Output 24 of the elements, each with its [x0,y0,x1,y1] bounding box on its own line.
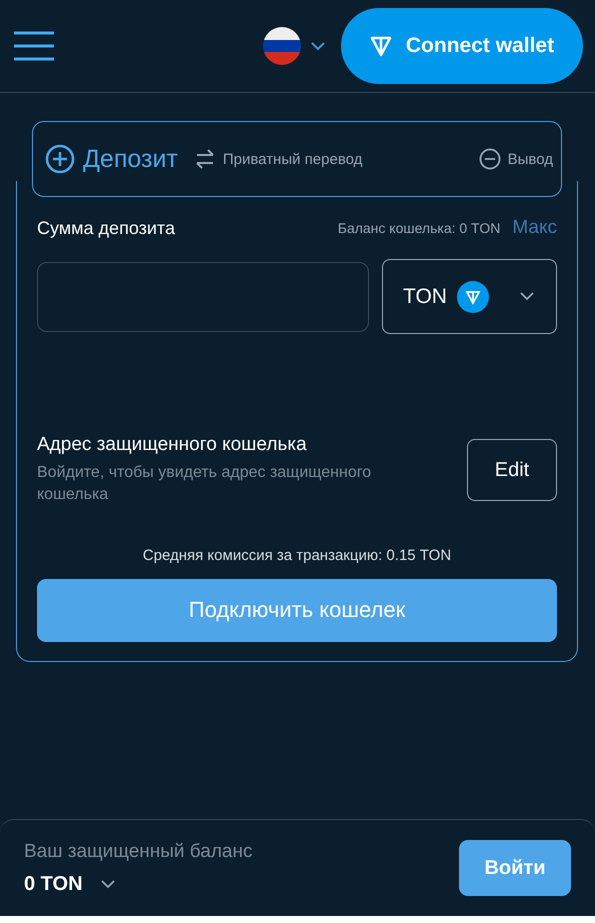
flag-icon[interactable] [263,27,301,65]
swap-arrows-icon [194,148,216,170]
address-hint: Войдите, чтобы увидеть адрес защищенного кошелька [37,463,372,506]
minus-circle-icon [478,148,501,170]
chevron-down-icon[interactable] [311,42,325,50]
max-link[interactable]: Макс [512,217,557,239]
tab[interactable]: Вывод [478,148,553,170]
plus-circle-icon [45,144,75,174]
address-title: Адрес защищенного кошелька [37,434,308,456]
balance-dropdown[interactable]: 0 TON [24,872,252,896]
ton-icon [370,35,392,57]
menu-icon[interactable] [14,31,54,61]
tab[interactable]: Депозит [45,144,178,174]
tab[interactable]: Приватный перевод [194,148,362,170]
fee-text: Средняя комиссия за транзакцию: 0.15 TON [142,546,452,564]
chevron-down-icon [520,292,534,301]
wallet-balance: Баланс кошелька: 0 TON [338,220,500,236]
chevron-down-icon [100,880,115,888]
edit-button[interactable]: Edit [467,439,557,502]
token-dropdown[interactable]: TON [382,259,557,334]
field-label: Сумма депозита [37,218,175,238]
amount-input-field[interactable] [37,262,369,332]
ton-icon [456,280,489,312]
balance-label: Ваш защищенный баланс [24,840,252,862]
